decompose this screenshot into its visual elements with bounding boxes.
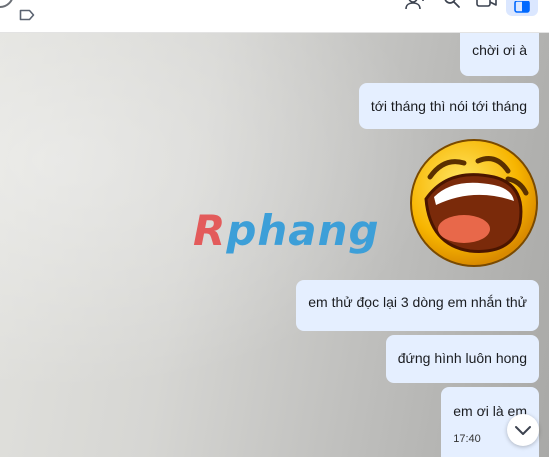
add-member-icon[interactable]: [405, 0, 425, 15]
message-list[interactable]: chời ơi à tới tháng thì nói tới tháng Rp…: [0, 33, 549, 457]
message-bubble[interactable]: tới tháng thì nói tới tháng: [358, 83, 539, 129]
tag-icon[interactable]: [19, 8, 35, 26]
video-call-icon[interactable]: [476, 0, 498, 15]
search-icon[interactable]: [442, 0, 462, 15]
chat-header: [0, 0, 549, 33]
laughing-face-sticker[interactable]: [408, 137, 540, 269]
sidebar-toggle-button[interactable]: [506, 0, 538, 16]
message-bubble[interactable]: đứng hình luôn hong: [385, 335, 539, 383]
chevron-down-icon: [515, 426, 531, 435]
message-text: đứng hình luôn hong: [397, 350, 527, 366]
watermark-text: phang: [226, 206, 380, 255]
watermark-letter: R: [193, 206, 227, 255]
scroll-to-bottom-button[interactable]: [507, 414, 539, 446]
watermark-logo: Rphang: [193, 206, 380, 255]
sidebar-toggle-icon: [514, 0, 530, 18]
message-text: chời ơi à: [472, 42, 527, 58]
message-text: tới tháng thì nói tới tháng: [370, 98, 527, 114]
message-bubble[interactable]: chời ơi à: [460, 33, 539, 76]
avatar[interactable]: [0, 0, 14, 8]
message-bubble[interactable]: em thử đọc lại 3 dòng em nhắn thử: [296, 280, 539, 331]
message-text: em thử đọc lại 3 dòng em nhắn thử: [308, 294, 527, 310]
